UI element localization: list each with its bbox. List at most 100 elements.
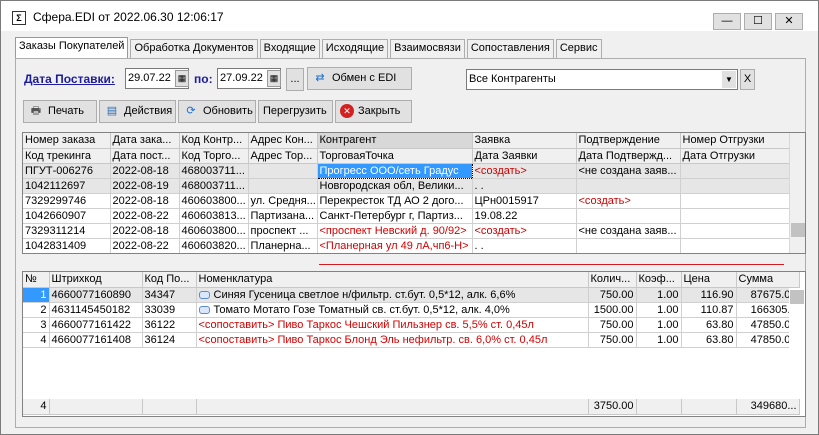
table-cell[interactable]: 4660077161422 [49, 317, 143, 333]
table-cell[interactable]: <создать> [472, 163, 577, 179]
calendar-to-icon[interactable]: ▦ [267, 70, 281, 87]
col-request-date[interactable]: Дата Заявки [472, 148, 577, 164]
table-cell[interactable]: 1.00 [636, 332, 682, 348]
table-cell[interactable]: 4631145450182 [49, 302, 143, 318]
refresh-button[interactable]: ⟳ Обновить [178, 100, 256, 123]
table-cell[interactable] [680, 238, 790, 253]
table-cell[interactable] [576, 208, 681, 224]
items-grid[interactable]: № Штрихкод Код По... Номенклатура Колич.… [22, 271, 806, 417]
table-cell[interactable]: 1 [23, 287, 50, 303]
table-cell[interactable]: 2022-08-18 [110, 163, 180, 179]
col-tracking-code[interactable]: Код трекинга [23, 148, 111, 164]
table-cell[interactable]: 460603800... [179, 193, 249, 209]
tab-document-processing[interactable]: Обработка Документов [130, 39, 258, 58]
table-cell[interactable] [680, 223, 790, 239]
col-confirmation[interactable]: Подтверждение [576, 133, 681, 149]
maximize-button[interactable]: ☐ [744, 13, 772, 30]
table-cell[interactable]: 750.00 [588, 287, 637, 303]
table-cell[interactable]: 36124 [142, 332, 197, 348]
reload-button[interactable]: Перегрузить [258, 100, 333, 123]
table-row[interactable]: 7329311214 2022-08-18 460603800... просп… [23, 223, 790, 239]
table-cell[interactable]: <создать> [472, 223, 577, 239]
table-cell[interactable] [680, 193, 790, 209]
table-cell[interactable]: 1.00 [636, 317, 682, 333]
col-store[interactable]: ТорговаяТочка [317, 148, 473, 164]
table-cell[interactable]: 1042112697 [23, 178, 111, 194]
table-cell[interactable]: Синяя Гусеница светлое н/фильтр. ст.бут.… [196, 287, 589, 303]
exchange-edi-button[interactable]: ⇄ Обмен с EDI [307, 67, 412, 90]
more-dates-button[interactable]: ... [286, 68, 304, 91]
col-shipment-date[interactable]: Дата Отгрузки [680, 148, 790, 164]
table-cell[interactable]: 33039 [142, 302, 197, 318]
tab-customer-orders[interactable]: Заказы Покупателей [15, 37, 129, 58]
table-cell[interactable]: ПГУТ-006276 [23, 163, 111, 179]
table-cell[interactable]: ул. Средня... [248, 193, 318, 209]
col-store-address[interactable]: Адрес Тор... [248, 148, 318, 164]
col-contractor-code[interactable]: Код Контр... [179, 133, 249, 149]
table-cell[interactable]: Партизана... [248, 208, 318, 224]
table-cell[interactable]: 36122 [142, 317, 197, 333]
tab-incoming[interactable]: Входящие [259, 39, 320, 58]
table-cell[interactable] [576, 238, 681, 253]
table-cell[interactable]: 1.00 [636, 287, 682, 303]
table-cell[interactable] [576, 178, 681, 194]
actions-button[interactable]: ▤ Действия [99, 100, 176, 123]
table-cell[interactable]: 7329311214 [23, 223, 111, 239]
close-window-button[interactable]: ✕ [775, 13, 803, 30]
table-cell[interactable]: 460603800... [179, 223, 249, 239]
col-coefficient[interactable]: Коэф... [636, 272, 682, 288]
chevron-down-icon[interactable]: ▼ [722, 71, 736, 88]
scrollbar-thumb[interactable] [790, 290, 804, 304]
table-cell[interactable]: <Планерная ул 49 лА,чп6-Н> [317, 238, 473, 253]
table-cell[interactable]: 2022-08-22 [110, 208, 180, 224]
splitter-line[interactable] [319, 264, 784, 265]
table-cell[interactable]: 468003711... [179, 163, 249, 179]
col-barcode[interactable]: Штрихкод [49, 272, 143, 288]
table-cell[interactable]: Томато Мотато Гозе Томатный св. ст.бут. … [196, 302, 589, 318]
table-cell[interactable]: 4660077161408 [49, 332, 143, 348]
delivery-date-label[interactable]: Дата Поставки: [24, 72, 115, 86]
tab-relations[interactable]: Взаимосвязи [390, 39, 465, 58]
print-button[interactable]: 🖶 Печать [23, 100, 97, 123]
table-cell[interactable]: 2022-08-19 [110, 178, 180, 194]
table-cell[interactable]: 19.08.22 [472, 208, 577, 224]
table-cell[interactable]: 34347 [142, 287, 197, 303]
scrollbar-thumb[interactable] [791, 223, 805, 237]
col-order-number[interactable]: Номер заказа [23, 133, 111, 149]
table-cell[interactable]: Планерна... [248, 238, 318, 253]
table-cell[interactable]: <проспект Невский д. 90/92> [317, 223, 473, 239]
calendar-from-icon[interactable]: ▦ [175, 70, 189, 87]
table-cell[interactable]: <сопоставить> Пиво Таркос Блонд Эль нефи… [196, 332, 589, 348]
table-cell[interactable]: 4660077160890 [49, 287, 143, 303]
col-sum[interactable]: Сумма [736, 272, 800, 288]
clear-contractor-button[interactable]: X [740, 69, 755, 90]
tab-mappings[interactable]: Сопоставления [466, 39, 554, 58]
table-cell[interactable]: 2022-08-18 [110, 193, 180, 209]
table-cell[interactable]: Санкт-Петербург г, Партиз... [317, 208, 473, 224]
close-button[interactable]: ✕ Закрыть [335, 100, 412, 123]
col-confirmation-date[interactable]: Дата Подтвержд... [576, 148, 681, 164]
table-cell[interactable]: <не создана заяв... [576, 223, 681, 239]
list-item[interactable]: 3 4660077161422 36122 <сопоставить> Пиво… [23, 317, 800, 333]
table-cell[interactable]: 750.00 [588, 317, 637, 333]
table-cell[interactable]: 3 [23, 317, 50, 333]
table-cell[interactable]: <сопоставить> Пиво Таркос Чешский Пильзн… [196, 317, 589, 333]
list-item[interactable]: 4 4660077161408 36124 <сопоставить> Пиво… [23, 332, 800, 348]
table-cell[interactable]: Перекресток ТД АО 2 дого... [317, 193, 473, 209]
table-cell[interactable] [680, 208, 790, 224]
table-cell[interactable]: 63.80 [681, 332, 737, 348]
col-nomenclature[interactable]: Номенклатура [196, 272, 589, 288]
table-cell[interactable]: 7329299746 [23, 193, 111, 209]
contractor-select[interactable]: Все Контрагенты ▼ [466, 69, 738, 90]
table-cell[interactable]: <не создана заяв... [576, 163, 681, 179]
col-shipment-number[interactable]: Номер Отгрузки [680, 133, 790, 149]
table-row[interactable]: 1042660907 2022-08-22 460603813... Парти… [23, 208, 790, 224]
table-cell[interactable]: . . [472, 178, 577, 194]
col-order-date[interactable]: Дата зака... [110, 133, 180, 149]
table-cell[interactable]: . . [472, 238, 577, 253]
list-item[interactable]: 1 4660077160890 34347 Синяя Гусеница све… [23, 287, 800, 303]
list-item[interactable]: 2 4631145450182 33039 Томато Мотато Гозе… [23, 302, 800, 318]
table-cell[interactable]: 750.00 [588, 332, 637, 348]
tab-outgoing[interactable]: Исходящие [321, 39, 389, 58]
col-request[interactable]: Заявка [472, 133, 577, 149]
